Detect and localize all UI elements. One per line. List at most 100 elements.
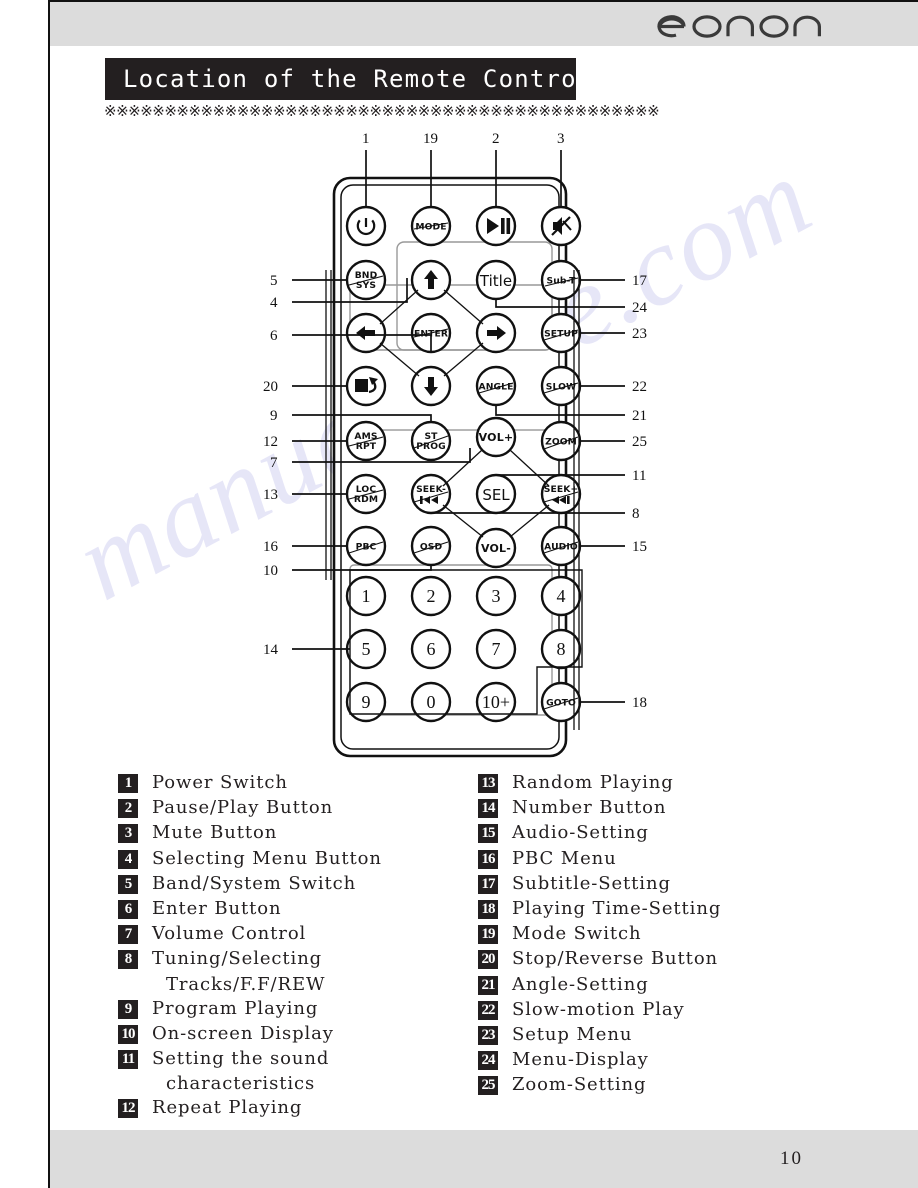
- callout-8: 8: [632, 506, 640, 522]
- remote-button-mute: [540, 205, 582, 247]
- callout-16: 16: [263, 539, 279, 555]
- svg-text:SETUP: SETUP: [544, 329, 578, 340]
- legend-number: 1: [118, 774, 138, 793]
- svg-text:VOL-: VOL-: [481, 542, 511, 555]
- legend-label: Stop/Reverse Button: [512, 948, 719, 970]
- legend-number: 14: [478, 799, 498, 819]
- remote-button-sel: SEL: [475, 473, 517, 515]
- legend-item: 3 Mute Button: [118, 822, 498, 846]
- callout-17: 17: [632, 273, 648, 289]
- legend-number: 11: [118, 1050, 138, 1070]
- svg-text:VOL+: VOL+: [479, 431, 514, 444]
- callout-5: 5: [270, 273, 278, 289]
- callout-24: 24: [632, 300, 648, 316]
- callout-11: 11: [632, 468, 646, 484]
- legend-item: 2 Pause/Play Button: [118, 797, 498, 821]
- callout-12: 12: [263, 434, 278, 450]
- legend-item: 14 Number Button: [478, 797, 898, 821]
- legend-item: 11 Setting the sound: [118, 1048, 498, 1072]
- svg-text:7: 7: [492, 639, 501, 659]
- legend-number: 21: [478, 975, 498, 995]
- svg-text:ZOOM: ZOOM: [545, 437, 577, 448]
- legend-number: 12: [118, 1099, 138, 1119]
- legend-item: 23 Setup Menu: [478, 1024, 898, 1048]
- callout-6: 6: [270, 328, 278, 344]
- remote-button-up: [410, 259, 452, 301]
- legend-item: 16 PBC Menu: [478, 848, 898, 872]
- page-number: 10: [780, 1148, 803, 1169]
- legend-label: Random Playing: [512, 772, 674, 793]
- callout-1: 1: [362, 131, 370, 147]
- legend-number: 25: [478, 1076, 498, 1096]
- legend-column-left: 1 Power Switch 2 Pause/Play Button 3 Mute B…: [118, 772, 498, 1123]
- legend-item: 15 Audio-Setting: [478, 822, 898, 846]
- callout-3: 3: [557, 131, 565, 147]
- svg-text:10+: 10+: [482, 692, 510, 712]
- legend-label: Slow-motion Play: [512, 998, 685, 1020]
- svg-text:Title: Title: [479, 272, 512, 290]
- callout-2: 2: [492, 131, 500, 147]
- legend-item: 12 Repeat Playing: [118, 1097, 498, 1121]
- legend-number: 9: [118, 999, 138, 1019]
- callout-20: 20: [263, 379, 278, 395]
- callout-13: 13: [263, 487, 278, 503]
- legend-item: 17 Subtitle-Setting: [478, 873, 898, 897]
- legend-label: Program Playing: [152, 997, 319, 1019]
- legend-label: Repeat Playing: [152, 1097, 303, 1119]
- legend-item: 20 Stop/Reverse Button: [478, 948, 898, 972]
- legend-item: 4 Selecting Menu Button: [118, 848, 498, 872]
- legend-label: Enter Button: [152, 897, 282, 919]
- svg-text:8: 8: [557, 639, 566, 659]
- legend-label: Menu-Display: [512, 1049, 649, 1071]
- svg-text:1: 1: [362, 586, 371, 606]
- callout-22: 22: [632, 379, 647, 395]
- callout-19: 19: [423, 131, 438, 147]
- remote-button-volume-down: VOL-: [475, 527, 517, 569]
- legend-item: 19 Mode Switch: [478, 923, 898, 947]
- legend-number: 23: [478, 1025, 498, 1045]
- callout-14: 14: [263, 642, 279, 658]
- legend-number: 19: [478, 925, 498, 945]
- legend-column-right: 13 Random Playing 14 Number Button 15 Audio…: [478, 772, 898, 1099]
- legend-item: 1 Power Switch: [118, 772, 498, 796]
- legend-label: On-screen Display: [152, 1022, 334, 1044]
- remote-button-playpause: [475, 205, 517, 247]
- legend-item: 21 Angle-Setting: [478, 974, 898, 998]
- legend-label: Volume Control: [152, 923, 307, 945]
- svg-text:MODE: MODE: [415, 222, 446, 233]
- callout-18: 18: [632, 695, 647, 711]
- remote-button-pbc: PBC: [345, 525, 387, 567]
- callout-25: 25: [632, 434, 647, 450]
- legend-number: 10: [118, 1024, 138, 1044]
- legend-label: Mode Switch: [512, 923, 642, 945]
- svg-text:3: 3: [492, 586, 501, 606]
- legend-item: 6 Enter Button: [118, 898, 498, 922]
- legend-label-continued: characteristics: [166, 1073, 316, 1095]
- legend-number: 22: [478, 1000, 498, 1020]
- legend-label: Setup Menu: [512, 1023, 633, 1045]
- legend-label: Tuning/Selecting: [152, 948, 323, 970]
- callout-10: 10: [263, 563, 278, 579]
- legend-label: Band/System Switch: [152, 872, 357, 894]
- svg-text:SEL: SEL: [482, 486, 510, 504]
- legend-number: 17: [478, 874, 498, 894]
- remote-control-diagram: .btn { fill:#ffffff; stroke:#111111; str…: [0, 130, 918, 780]
- remote-button-power: [345, 205, 387, 247]
- callout-15: 15: [632, 539, 647, 555]
- page-title: Location of the Remote Control: [123, 65, 593, 93]
- svg-text:6: 6: [427, 639, 436, 659]
- callout-21: 21: [632, 408, 647, 424]
- callout-9: 9: [270, 408, 278, 424]
- svg-text:9: 9: [362, 692, 371, 712]
- legend-label: Angle-Setting: [512, 973, 649, 995]
- legend-item: 13 Random Playing: [478, 772, 898, 796]
- legend-label: Mute Button: [152, 822, 278, 844]
- legend-number: 4: [118, 849, 138, 869]
- legend-label: Power Switch: [152, 772, 288, 793]
- legend-item: 9 Program Playing: [118, 998, 498, 1022]
- remote-button-stop-reverse: [345, 365, 387, 407]
- callout-23: 23: [632, 326, 647, 342]
- remote-button-st-prog: ST PROG: [410, 420, 452, 462]
- remote-button-title: Title: [475, 259, 517, 301]
- legend-item: 8 Tuning/Selecting: [118, 948, 498, 972]
